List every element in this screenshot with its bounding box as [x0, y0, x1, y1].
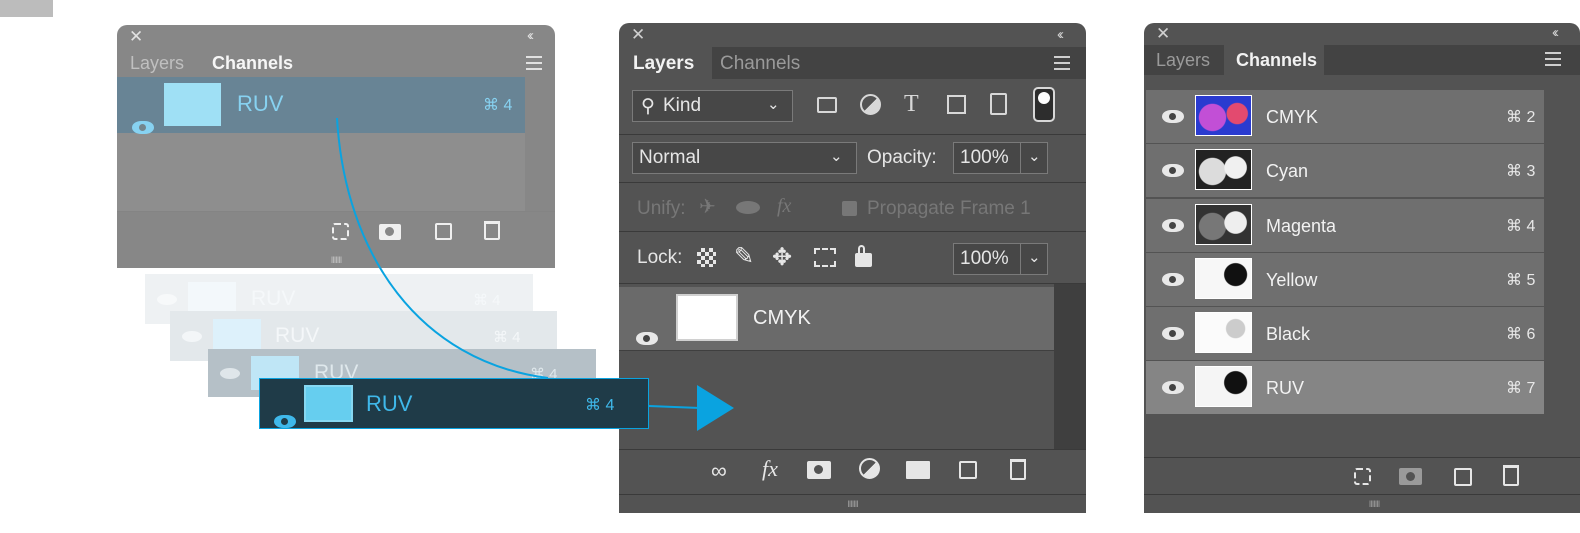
channel-name: Black: [1266, 324, 1311, 344]
channel-row[interactable]: Black ⌘ 6: [1146, 307, 1544, 360]
channel-shortcut: ⌘ 2: [1506, 109, 1536, 126]
channel-row[interactable]: RUV ⌘ 7: [1146, 361, 1544, 414]
channel-shortcut: ⌘ 4: [1506, 218, 1536, 235]
eye-icon[interactable]: [1162, 219, 1184, 232]
channel-thumbnail: [1195, 312, 1252, 353]
channel-shortcut: ⌘ 7: [1506, 380, 1536, 397]
tab-layers[interactable]: Layers: [1156, 50, 1210, 71]
drop-arrow-icon: [697, 385, 734, 431]
channel-row[interactable]: Cyan ⌘ 3: [1146, 144, 1544, 197]
load-selection-icon[interactable]: [1354, 468, 1371, 485]
channel-thumbnail: [1195, 258, 1252, 299]
channel-name: Magenta: [1266, 216, 1337, 236]
tab-channels[interactable]: Channels: [1236, 50, 1317, 71]
close-icon[interactable]: ✕: [1156, 24, 1170, 44]
channel-name: CMYK: [1266, 107, 1319, 127]
collapse-icon[interactable]: ‹‹: [1552, 24, 1559, 41]
trash-icon[interactable]: [1503, 465, 1519, 486]
panel-menu-icon[interactable]: [1545, 52, 1561, 66]
channel-row[interactable]: Magenta ⌘ 4: [1146, 199, 1544, 252]
channel-row[interactable]: CMYK ⌘ 2: [1146, 90, 1544, 143]
channels-panel: ✕ ‹‹ Layers Channels CMYK ⌘ 2 Cyan ⌘ 3 M…: [1144, 23, 1580, 513]
eye-icon[interactable]: [1162, 381, 1184, 394]
channel-name: Cyan: [1266, 161, 1309, 181]
channel-shortcut: ⌘ 6: [1506, 326, 1536, 343]
channel-thumbnail: [1195, 366, 1252, 407]
channel-shortcut: ⌘ 5: [1506, 272, 1536, 289]
channel-thumbnail: [1195, 149, 1252, 190]
save-selection-icon[interactable]: [1399, 468, 1422, 485]
eye-icon[interactable]: [1162, 273, 1184, 286]
resize-grip[interactable]: IIIIIII: [1144, 499, 1580, 509]
channel-name: Yellow: [1266, 270, 1318, 290]
channel-list: CMYK ⌘ 2 Cyan ⌘ 3 Magenta ⌘ 4 Yellow ⌘ 5…: [1144, 79, 1580, 457]
channel-row[interactable]: Yellow ⌘ 5: [1146, 253, 1544, 306]
channel-name: RUV: [1266, 378, 1305, 398]
eye-icon[interactable]: [1162, 327, 1184, 340]
channel-thumbnail: [1195, 204, 1252, 245]
eye-icon[interactable]: [1162, 164, 1184, 177]
channel-thumbnail: [1195, 95, 1252, 136]
channel-shortcut: ⌘ 3: [1506, 163, 1536, 180]
eye-icon[interactable]: [1162, 110, 1184, 123]
new-channel-icon[interactable]: [1454, 468, 1472, 486]
